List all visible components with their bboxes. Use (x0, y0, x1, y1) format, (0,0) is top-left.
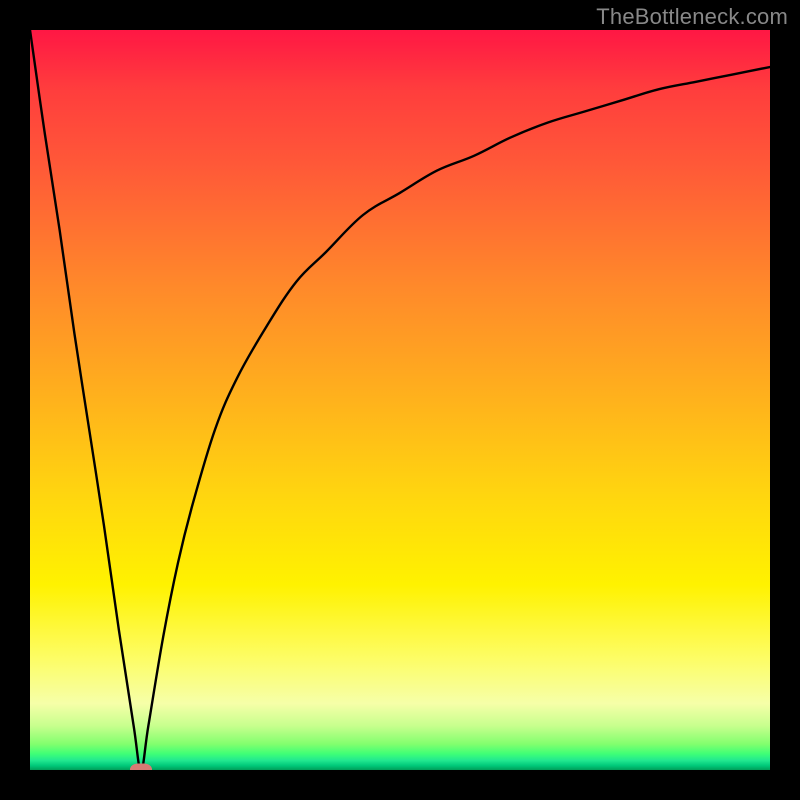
watermark-text: TheBottleneck.com (596, 4, 788, 30)
bottleneck-curve (30, 30, 770, 770)
chart-frame: TheBottleneck.com (0, 0, 800, 800)
plot-area (30, 30, 770, 770)
optimal-marker (130, 764, 152, 771)
curve-svg (30, 30, 770, 770)
